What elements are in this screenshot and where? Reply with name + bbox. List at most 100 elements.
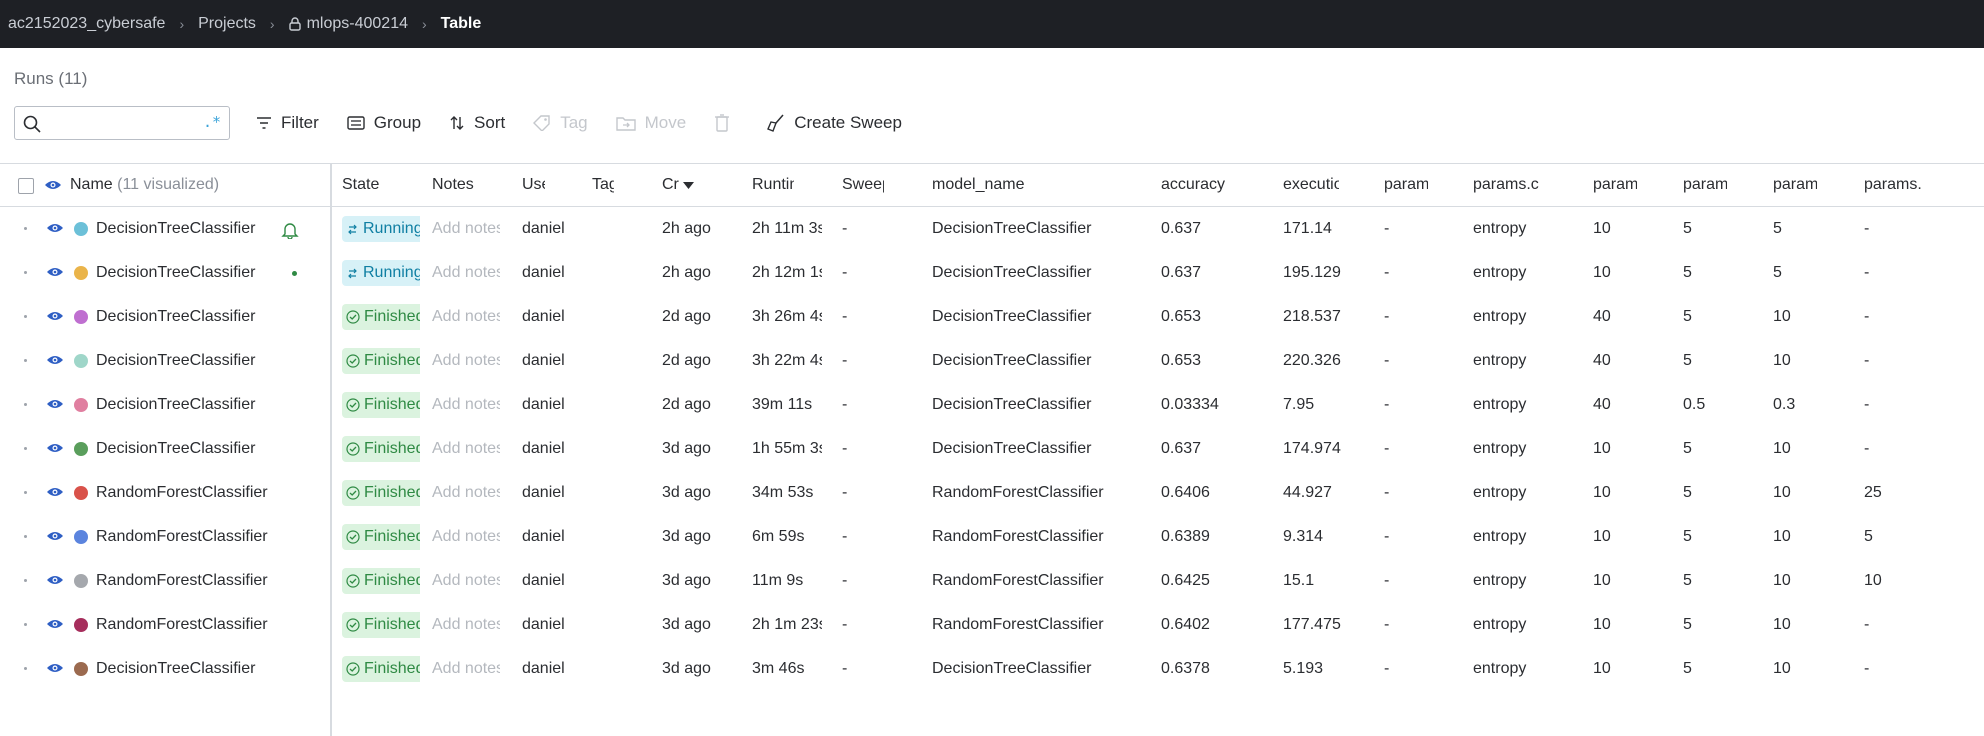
eye-icon[interactable] <box>46 486 64 498</box>
bell-icon[interactable] <box>281 221 299 239</box>
run-color-swatch[interactable] <box>74 662 88 676</box>
header-runtime[interactable]: Runtime <box>752 164 794 206</box>
group-button[interactable]: Group <box>333 106 435 140</box>
row-drag-handle[interactable] <box>24 447 27 450</box>
run-name-link[interactable]: DecisionTreeClassifier <box>96 383 286 427</box>
regex-toggle[interactable]: .* <box>203 113 221 131</box>
row-drag-handle[interactable] <box>24 667 27 670</box>
header-param-1[interactable]: param <box>1384 164 1428 206</box>
eye-icon[interactable] <box>46 442 64 454</box>
run-color-swatch[interactable] <box>74 310 88 324</box>
notes-field[interactable]: Add notes <box>432 427 500 471</box>
row-drag-handle[interactable] <box>24 227 27 230</box>
row-drag-handle[interactable] <box>24 271 27 274</box>
header-param-2[interactable]: params.c <box>1473 164 1545 206</box>
header-execution[interactable]: execution <box>1283 164 1339 206</box>
breadcrumb-projects[interactable]: Projects <box>198 15 256 33</box>
row-drag-handle[interactable] <box>24 623 27 626</box>
table-row[interactable]: DecisionTreeClassifier Finished Add notes d… <box>0 383 1984 427</box>
table-row[interactable]: DecisionTreeClassifier Finished Add notes d… <box>0 427 1984 471</box>
eye-icon[interactable] <box>46 222 64 234</box>
notes-field[interactable]: Add notes <box>432 515 500 559</box>
run-name-link[interactable]: DecisionTreeClassifier <box>96 647 286 691</box>
notes-field[interactable]: Add notes <box>432 603 500 647</box>
run-color-swatch[interactable] <box>74 442 88 456</box>
run-name-link[interactable]: RandomForestClassifier <box>96 603 286 647</box>
run-name-link[interactable]: DecisionTreeClassifier <box>96 339 286 383</box>
eye-icon[interactable] <box>44 179 62 191</box>
table-row[interactable]: DecisionTreeClassifier Running Add notes da… <box>0 251 1984 295</box>
run-name-link[interactable]: DecisionTreeClassifier <box>96 295 286 339</box>
row-drag-handle[interactable] <box>24 359 27 362</box>
header-sweep[interactable]: Sweep <box>842 164 884 206</box>
header-accuracy[interactable]: accuracy <box>1161 164 1261 206</box>
row-drag-handle[interactable] <box>24 315 27 318</box>
header-created[interactable]: Created <box>662 164 679 206</box>
run-color-swatch[interactable] <box>74 354 88 368</box>
notes-field[interactable]: Add notes <box>432 339 500 383</box>
run-name-link[interactable]: DecisionTreeClassifier <box>96 251 286 295</box>
search-input[interactable]: .* <box>14 106 230 140</box>
row-drag-handle[interactable] <box>24 491 27 494</box>
notes-field[interactable]: Add notes <box>432 251 500 295</box>
eye-icon[interactable] <box>46 574 64 586</box>
header-user[interactable]: User <box>522 164 545 206</box>
sort-desc-icon[interactable] <box>683 182 694 190</box>
tag-button[interactable]: Tag <box>519 106 601 140</box>
header-model-name[interactable]: model_name <box>932 164 1112 206</box>
header-param-4[interactable]: param <box>1683 164 1727 206</box>
notes-field[interactable]: Add notes <box>432 207 500 251</box>
select-all-checkbox[interactable] <box>18 178 34 194</box>
breadcrumb-project[interactable]: mlops-400214 <box>288 15 408 33</box>
delete-button[interactable] <box>700 106 753 140</box>
header-tags[interactable]: Tags <box>592 164 614 206</box>
row-drag-handle[interactable] <box>24 535 27 538</box>
run-color-swatch[interactable] <box>74 486 88 500</box>
notes-field[interactable]: Add notes <box>432 471 500 515</box>
row-drag-handle[interactable] <box>24 403 27 406</box>
sort-button[interactable]: Sort <box>435 106 519 140</box>
run-name-link[interactable]: RandomForestClassifier <box>96 515 286 559</box>
eye-icon[interactable] <box>46 310 64 322</box>
table-row[interactable]: RandomForestClassifier Finished Add notes d… <box>0 603 1984 647</box>
breadcrumb-entity[interactable]: ac2152023_cybersafe <box>8 15 165 33</box>
run-color-swatch[interactable] <box>74 574 88 588</box>
table-row[interactable]: DecisionTreeClassifier Running Add notes da… <box>0 207 1984 251</box>
run-name-link[interactable]: RandomForestClassifier <box>96 471 286 515</box>
eye-icon[interactable] <box>46 266 64 278</box>
eye-icon[interactable] <box>46 398 64 410</box>
create-sweep-button[interactable]: Create Sweep <box>753 106 916 140</box>
move-button[interactable]: Move <box>602 106 701 140</box>
table-row[interactable]: RandomForestClassifier Finished Add notes d… <box>0 559 1984 603</box>
run-name-link[interactable]: RandomForestClassifier <box>96 559 286 603</box>
run-color-swatch[interactable] <box>74 398 88 412</box>
header-param-3[interactable]: param <box>1593 164 1637 206</box>
eye-icon[interactable] <box>46 618 64 630</box>
header-notes[interactable]: Notes <box>432 164 478 206</box>
header-param-5[interactable]: param <box>1773 164 1817 206</box>
eye-icon[interactable] <box>46 354 64 366</box>
run-color-swatch[interactable] <box>74 222 88 236</box>
filter-button[interactable]: Filter <box>242 106 333 140</box>
run-color-swatch[interactable] <box>74 266 88 280</box>
run-color-swatch[interactable] <box>74 530 88 544</box>
run-name-link[interactable]: DecisionTreeClassifier <box>96 207 286 251</box>
table-row[interactable]: DecisionTreeClassifier Finished Add notes d… <box>0 339 1984 383</box>
notes-field[interactable]: Add notes <box>432 295 500 339</box>
table-row[interactable]: RandomForestClassifier Finished Add notes d… <box>0 515 1984 559</box>
table-row[interactable]: RandomForestClassifier Finished Add notes d… <box>0 471 1984 515</box>
header-state[interactable]: State <box>342 164 422 206</box>
notes-field[interactable]: Add notes <box>432 383 500 427</box>
table-row[interactable]: DecisionTreeClassifier Finished Add notes d… <box>0 295 1984 339</box>
run-color-swatch[interactable] <box>74 618 88 632</box>
header-param-6[interactable]: params. <box>1864 164 1928 206</box>
table-row[interactable]: DecisionTreeClassifier Finished Add notes d… <box>0 647 1984 691</box>
notes-field[interactable]: Add notes <box>432 647 500 691</box>
eye-icon[interactable] <box>46 530 64 542</box>
run-name-link[interactable]: DecisionTreeClassifier <box>96 427 286 471</box>
eye-icon[interactable] <box>46 662 64 674</box>
notes-field[interactable]: Add notes <box>432 559 500 603</box>
row-drag-handle[interactable] <box>24 579 27 582</box>
cell-p3: 40 <box>1593 352 1611 369</box>
header-name[interactable]: Name (11 visualized) <box>70 164 320 206</box>
